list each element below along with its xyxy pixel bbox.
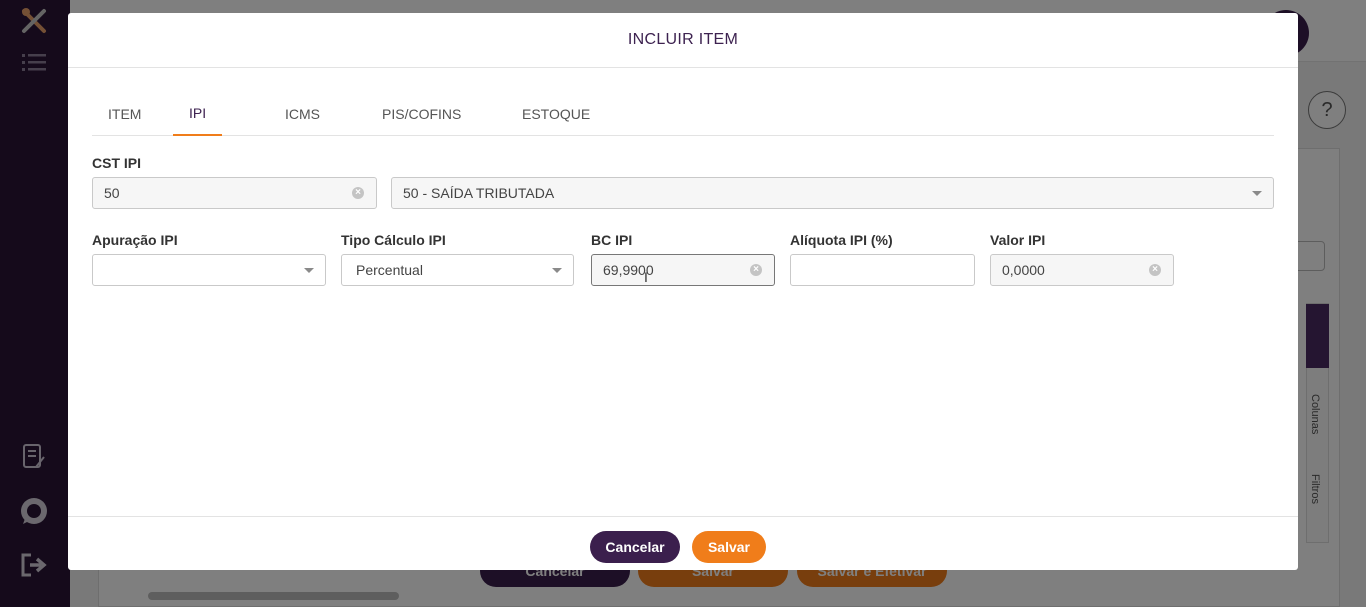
cst-ipi-description: 50 - SAÍDA TRIBUTADA <box>403 185 555 201</box>
cst-ipi-description-select[interactable]: 50 - SAÍDA TRIBUTADA <box>391 177 1274 209</box>
valor-ipi-label: Valor IPI <box>990 232 1046 248</box>
cst-ipi-value: 50 <box>104 185 120 201</box>
cst-ipi-input[interactable]: 50 × <box>92 177 377 209</box>
chevron-down-icon[interactable] <box>1252 191 1262 196</box>
valor-ipi-value: 0,0000 <box>1002 262 1045 278</box>
save-button[interactable]: Salvar <box>692 531 766 563</box>
tab-pis-cofins[interactable]: PIS/COFINS <box>366 91 477 136</box>
tab-item[interactable]: ITEM <box>92 91 157 136</box>
include-item-modal: INCLUIR ITEM ITEM IPI ICMS PIS/COFINS ES… <box>68 13 1298 570</box>
valor-ipi-input[interactable]: 0,0000 × <box>990 254 1174 286</box>
bc-ipi-label: BC IPI <box>591 232 633 248</box>
apuracao-ipi-label: Apuração IPI <box>92 232 178 248</box>
clear-icon[interactable]: × <box>1149 264 1161 276</box>
clear-icon[interactable]: × <box>352 187 364 199</box>
chevron-down-icon[interactable] <box>304 268 314 273</box>
clear-icon[interactable]: × <box>750 264 762 276</box>
tab-estoque[interactable]: ESTOQUE <box>506 91 606 136</box>
cancel-button[interactable]: Cancelar <box>590 531 680 563</box>
tipo-calculo-ipi-label: Tipo Cálculo IPI <box>341 232 446 248</box>
bc-ipi-input[interactable]: 69,9900 × <box>591 254 775 286</box>
tipo-calculo-ipi-value: Percentual <box>356 262 423 278</box>
chevron-down-icon[interactable] <box>552 268 562 273</box>
aliquota-ipi-label: Alíquota IPI (%) <box>790 232 893 248</box>
tab-ipi[interactable]: IPI <box>173 91 223 136</box>
tipo-calculo-ipi-select[interactable]: Percentual <box>341 254 574 286</box>
modal-title: INCLUIR ITEM <box>68 13 1298 68</box>
modal-footer: Cancelar Salvar <box>68 516 1298 570</box>
aliquota-ipi-input[interactable] <box>790 254 975 286</box>
apuracao-ipi-select[interactable] <box>92 254 326 286</box>
tab-icms[interactable]: ICMS <box>269 91 336 136</box>
text-cursor-icon: I <box>644 269 648 285</box>
cst-ipi-label: CST IPI <box>92 155 142 171</box>
tab-bar: ITEM IPI ICMS PIS/COFINS ESTOQUE <box>92 91 1274 136</box>
